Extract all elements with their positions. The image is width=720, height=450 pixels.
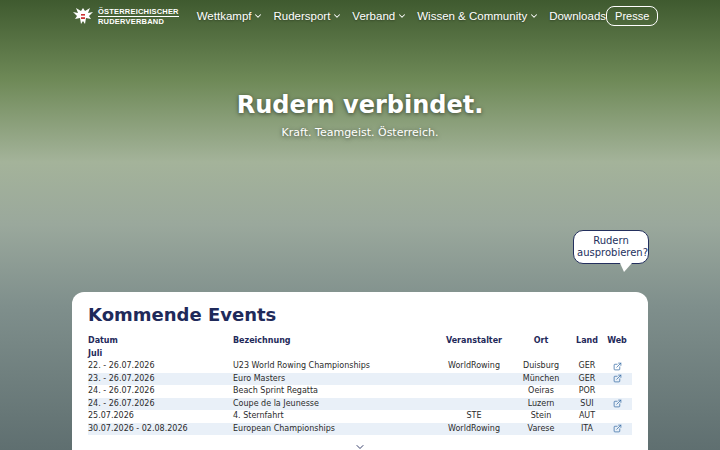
chevron-down-icon [397, 11, 407, 21]
chevron-down-icon [529, 11, 539, 21]
logo[interactable]: ÖSTERREICHISCHERRUDERVERBAND [72, 6, 179, 26]
date-cell: 25.07.2026 [88, 411, 233, 421]
events-card: Kommende Events DatumBezeichnungVeranstal… [72, 292, 648, 450]
hero: Rudern verbindet. Kraft. Teamgeist. Öster… [0, 90, 720, 140]
date-cell: 23. - 26.07.2026 [88, 374, 233, 384]
page: ÖSTERREICHISCHERRUDERVERBAND Wettkampf Rud… [0, 0, 720, 450]
press-button[interactable]: Presse [606, 6, 658, 26]
column-header: Web [602, 336, 632, 346]
month-label: Juli [88, 348, 632, 361]
web-cell [602, 374, 632, 383]
country-cell: GER [572, 361, 602, 371]
name-cell: 4. Sternfahrt [233, 411, 438, 421]
place-cell: München [510, 374, 572, 384]
eagle-logo-icon [72, 6, 94, 26]
country-cell: ITA [572, 424, 602, 434]
date-cell: 30.07.2026 - 02.08.2026 [88, 424, 233, 434]
table-row[interactable]: 25.07.20264. SternfahrtSTESteinAUT [88, 410, 632, 423]
hero-subtitle: Kraft. Teamgeist. Österreich. [282, 126, 439, 140]
organizer-cell: STE [438, 411, 510, 421]
column-header: Veranstalter [438, 336, 510, 346]
table-header: DatumBezeichnungVeranstalterOrtLandWeb [88, 335, 632, 348]
table-row[interactable]: 24. - 26.07.2026Beach Sprint Regatta Oeir… [88, 385, 632, 398]
place-cell: Oeiras [510, 386, 572, 396]
nav-item[interactable]: Rudersport [273, 10, 342, 22]
external-link-icon[interactable] [613, 362, 622, 371]
organizer-cell: WorldRowing [438, 361, 510, 371]
name-cell: European Championships [233, 424, 438, 434]
country-cell: POR [572, 386, 602, 396]
column-header: Ort [510, 336, 572, 346]
scroll-down-icon[interactable] [352, 441, 368, 450]
table-row[interactable]: 22. - 26.07.2026U23 World Rowing Champio… [88, 360, 632, 373]
name-cell: Euro Masters [233, 374, 438, 384]
date-cell: 24. - 26.07.2026 [88, 399, 233, 409]
name-cell: Coupe de la Jeunesse [233, 399, 438, 409]
chevron-down-icon [253, 11, 263, 21]
web-cell [602, 399, 632, 408]
web-cell [602, 362, 632, 371]
place-cell: Stein [510, 411, 572, 421]
organizer-cell: WorldRowing [438, 424, 510, 434]
date-cell: 24. - 26.07.2026 [88, 386, 233, 396]
external-link-icon[interactable] [613, 424, 622, 433]
place-cell: Varese [510, 424, 572, 434]
country-cell: GER [572, 374, 602, 384]
name-cell: Beach Sprint Regatta [233, 386, 438, 396]
name-cell: U23 World Rowing Championships [233, 361, 438, 371]
header-left: ÖSTERREICHISCHERRUDERVERBAND Wettkampf Rud… [72, 6, 606, 26]
hero-title: Rudern verbindet. [237, 90, 484, 120]
site-header: ÖSTERREICHISCHERRUDERVERBAND Wettkampf Rud… [0, 0, 720, 32]
table-row[interactable]: 23. - 26.07.2026Euro Masters MünchenGER [88, 373, 632, 386]
external-link-icon[interactable] [613, 399, 622, 408]
events-title: Kommende Events [88, 304, 632, 326]
try-rowing-bubble[interactable]: Rudern ausprobieren? [573, 230, 649, 264]
country-cell: SUI [572, 399, 602, 409]
chevron-down-icon [332, 11, 342, 21]
column-header: Datum [88, 336, 233, 346]
external-link-icon[interactable] [613, 374, 622, 383]
nav-item[interactable]: Downloads [549, 10, 606, 22]
nav-item[interactable]: Wettkampf [197, 10, 264, 22]
place-cell: Luzern [510, 399, 572, 409]
main-nav: Wettkampf Rudersport Verband Wissen & Commu… [197, 10, 606, 22]
logo-text: ÖSTERREICHISCHERRUDERVERBAND [98, 7, 179, 26]
column-header: Land [572, 336, 602, 346]
country-cell: AUT [572, 411, 602, 421]
table-row[interactable]: 24. - 26.07.2026Coupe de la Jeunesse Luze… [88, 398, 632, 411]
table-row[interactable]: 30.07.2026 - 02.08.2026European Champion… [88, 423, 632, 436]
web-cell [602, 424, 632, 433]
date-cell: 22. - 26.07.2026 [88, 361, 233, 371]
nav-item[interactable]: Wissen & Community [417, 10, 539, 22]
nav-item[interactable]: Verband [352, 10, 407, 22]
place-cell: Duisburg [510, 361, 572, 371]
column-header: Bezeichnung [233, 336, 438, 346]
